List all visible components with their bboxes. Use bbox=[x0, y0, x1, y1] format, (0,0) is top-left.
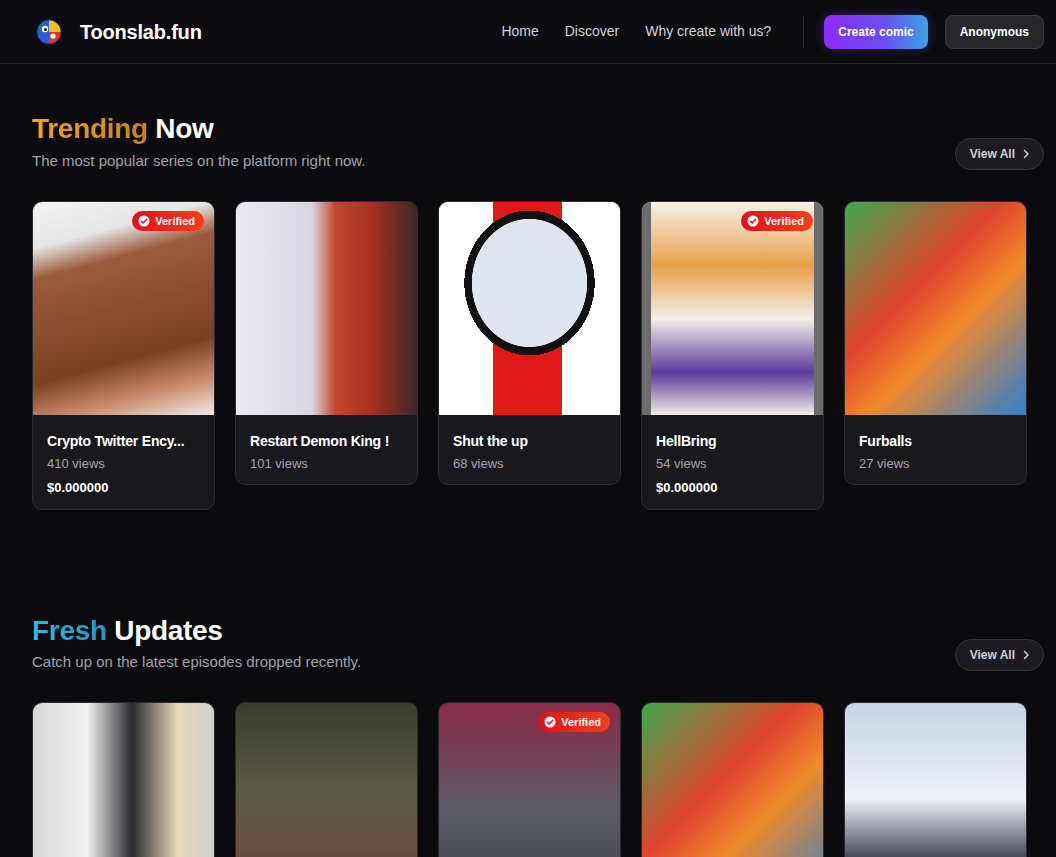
comic-cover[interactable]: Verified bbox=[642, 202, 823, 415]
verified-label: Verified bbox=[561, 715, 601, 729]
title-rest: Now bbox=[155, 113, 213, 144]
comic-card[interactable]: Verified Crypto Twitter Ency... 410 views $… bbox=[32, 201, 215, 510]
nav-link[interactable]: Home bbox=[501, 21, 538, 42]
card-row: Verified bbox=[32, 702, 1044, 857]
comic-card[interactable]: Verified bbox=[438, 702, 621, 857]
view-all-label: View All bbox=[970, 646, 1015, 664]
section-header: Fresh Updates Catch up on the latest epis… bbox=[32, 614, 1044, 672]
chevron-right-icon bbox=[1021, 650, 1031, 660]
check-circle-icon bbox=[138, 215, 150, 227]
comic-card[interactable]: Restart Demon King ! 101 views bbox=[235, 201, 418, 485]
section-title: Fresh Updates bbox=[32, 614, 361, 648]
comic-title[interactable]: HellBring bbox=[656, 432, 809, 450]
verified-badge: Verified bbox=[538, 712, 610, 732]
section-subtitle: Catch up on the latest episodes dropped … bbox=[32, 653, 361, 671]
comic-card[interactable] bbox=[844, 702, 1027, 857]
title-accent: Fresh bbox=[32, 615, 107, 646]
view-all-button[interactable]: View All bbox=[955, 639, 1044, 671]
comic-section: Fresh Updates Catch up on the latest epis… bbox=[0, 566, 1056, 857]
comic-card[interactable]: Furballs 27 views bbox=[844, 201, 1027, 485]
nav-divider bbox=[803, 16, 804, 48]
comic-title[interactable]: Crypto Twitter Ency... bbox=[47, 432, 200, 450]
top-navbar: Toonslab.fun Home Discover Why create with … bbox=[0, 0, 1056, 64]
view-all-button[interactable]: View All bbox=[955, 138, 1044, 170]
comic-cover[interactable] bbox=[33, 703, 214, 857]
card-body: Restart Demon King ! 101 views bbox=[236, 415, 417, 484]
card-body: Furballs 27 views bbox=[845, 415, 1026, 484]
view-count: 410 views bbox=[47, 456, 200, 471]
verified-label: Verified bbox=[155, 214, 195, 228]
view-count: 27 views bbox=[859, 456, 1012, 471]
title-accent: Trending bbox=[32, 113, 148, 144]
comic-cover[interactable] bbox=[845, 703, 1026, 857]
view-count: 68 views bbox=[453, 456, 606, 471]
comic-card[interactable] bbox=[641, 702, 824, 857]
section-header: Trending Now The most popular series on t… bbox=[32, 112, 1044, 170]
logo-icon bbox=[35, 18, 63, 46]
comic-cover[interactable] bbox=[439, 202, 620, 415]
comic-cover[interactable] bbox=[236, 202, 417, 415]
comic-card[interactable]: Verified HellBring 54 views $0.000000 bbox=[641, 201, 824, 510]
section-subtitle: The most popular series on the platform … bbox=[32, 152, 366, 170]
brand-link[interactable]: Toonslab.fun bbox=[35, 17, 202, 47]
nav-links: Home Discover Why create with us? bbox=[501, 21, 771, 42]
card-body: Crypto Twitter Ency... 410 views $0.000000 bbox=[33, 415, 214, 509]
verified-badge: Verified bbox=[741, 211, 813, 231]
card-body: HellBring 54 views $0.000000 bbox=[642, 415, 823, 509]
comic-cover[interactable]: Verified bbox=[439, 703, 620, 857]
comic-title[interactable]: Furballs bbox=[859, 432, 1012, 450]
card-row: Verified Crypto Twitter Ency... 410 views $… bbox=[32, 201, 1044, 510]
check-circle-icon bbox=[747, 215, 759, 227]
view-count: 54 views bbox=[656, 456, 809, 471]
brand-name[interactable]: Toonslab.fun bbox=[80, 17, 202, 47]
comic-cover[interactable]: Verified bbox=[33, 202, 214, 415]
comic-card[interactable] bbox=[32, 702, 215, 857]
comic-title[interactable]: Shut the up bbox=[453, 432, 606, 450]
comic-title[interactable]: Restart Demon King ! bbox=[250, 432, 403, 450]
section-heading: Fresh Updates Catch up on the latest epis… bbox=[32, 614, 361, 672]
chevron-right-icon bbox=[1021, 149, 1031, 159]
section-title: Trending Now bbox=[32, 112, 366, 146]
card-body: Shut the up 68 views bbox=[439, 415, 620, 484]
view-all-label: View All bbox=[970, 145, 1015, 163]
comic-cover[interactable] bbox=[236, 703, 417, 857]
title-rest: Updates bbox=[114, 615, 222, 646]
comic-section: Trending Now The most popular series on t… bbox=[0, 64, 1056, 566]
section-heading: Trending Now The most popular series on t… bbox=[32, 112, 366, 170]
comic-card[interactable]: Shut the up 68 views bbox=[438, 201, 621, 485]
verified-label: Verified bbox=[764, 214, 804, 228]
comic-card[interactable] bbox=[235, 702, 418, 857]
verified-badge: Verified bbox=[132, 211, 204, 231]
comic-cover[interactable] bbox=[845, 202, 1026, 415]
comic-price: $0.000000 bbox=[47, 479, 200, 496]
comic-cover[interactable] bbox=[642, 703, 823, 857]
nav-link[interactable]: Discover bbox=[565, 21, 619, 42]
nav-right: Home Discover Why create with us? Create co… bbox=[501, 15, 1044, 49]
create-comic-button[interactable]: Create comic bbox=[824, 15, 927, 49]
view-count: 101 views bbox=[250, 456, 403, 471]
check-circle-icon bbox=[544, 716, 556, 728]
comic-price: $0.000000 bbox=[656, 479, 809, 496]
nav-link[interactable]: Why create with us? bbox=[645, 21, 771, 42]
user-button[interactable]: Anonymous bbox=[945, 15, 1044, 49]
